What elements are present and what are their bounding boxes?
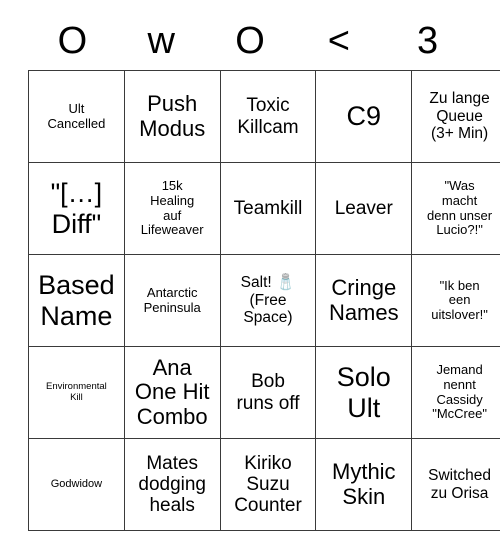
bingo-cell[interactable]: Cringe Names xyxy=(315,254,413,347)
bingo-cell[interactable]: Antarctic Peninsula xyxy=(123,254,221,347)
bingo-row: Based Name Antarctic Peninsula Salt! 🧂 (… xyxy=(28,254,500,347)
bingo-cell[interactable]: "[…] Diff" xyxy=(28,162,125,255)
bingo-cell-label: Ult Cancelled xyxy=(47,100,106,131)
bingo-cell-label: C9 xyxy=(346,101,382,132)
header-letter-1: O xyxy=(57,20,88,62)
bingo-cell-label: Bob runs off xyxy=(236,371,300,414)
bingo-cell-label: Toxic Killcam xyxy=(237,95,299,138)
bingo-cell[interactable]: Environmental Kill xyxy=(28,346,125,439)
bingo-cell[interactable]: Solo Ult xyxy=(315,346,413,439)
header-letter-2: w xyxy=(147,20,175,62)
header-letter-4: < xyxy=(327,20,350,62)
bingo-cell-label: Antarctic Peninsula xyxy=(143,284,201,315)
bingo-cell[interactable]: Teamkill xyxy=(219,162,317,255)
bingo-cell-label: Zu lange Queue (3+ Min) xyxy=(429,90,490,143)
bingo-cell-label: "[…] Diff" xyxy=(50,178,103,239)
bingo-cell[interactable]: 15k Healing auf Lifeweaver xyxy=(123,162,221,255)
bingo-cell[interactable]: "Ik ben een uitslover!" xyxy=(411,254,500,347)
bingo-cell-label: Ana One Hit Combo xyxy=(134,354,210,429)
bingo-cell-label: Teamkill xyxy=(233,197,303,219)
bingo-cell[interactable]: Zu lange Queue (3+ Min) xyxy=(411,70,500,163)
bingo-cell-label: "Was macht denn unser Lucio?!" xyxy=(427,178,493,238)
bingo-cell-label: Switched zu Orisa xyxy=(428,467,492,502)
bingo-cell-label: Solo Ult xyxy=(336,362,391,423)
bingo-cell-free-space[interactable]: Salt! 🧂 (Free Space) xyxy=(219,254,317,347)
bingo-row: Environmental Kill Ana One Hit Combo Bob… xyxy=(28,346,500,439)
bingo-cell[interactable]: Ult Cancelled xyxy=(28,70,125,163)
bingo-cell[interactable]: Mates dodging heals xyxy=(123,438,221,531)
bingo-cell[interactable]: Push Modus xyxy=(123,70,221,163)
bingo-cell[interactable]: Jemand nennt Cassidy "McCree" xyxy=(411,346,500,439)
bingo-cell-label: 15k Healing auf Lifeweaver xyxy=(140,178,204,238)
bingo-cell[interactable]: Mythic Skin xyxy=(315,438,413,531)
bingo-row: Godwidow Mates dodging heals Kiriko Suzu… xyxy=(28,438,500,531)
bingo-cell[interactable]: Toxic Killcam xyxy=(219,70,317,163)
bingo-cell-label: Godwidow xyxy=(50,478,103,491)
bingo-cell[interactable]: Bob runs off xyxy=(219,346,317,439)
bingo-cell-label: "Ik ben een uitslover!" xyxy=(431,277,488,322)
bingo-cell-label: Mates dodging heals xyxy=(138,452,206,517)
bingo-cell-label: Based Name xyxy=(38,270,115,331)
bingo-cell-label: Push Modus xyxy=(139,90,206,141)
bingo-cell[interactable]: Godwidow xyxy=(28,438,125,531)
bingo-row: "[…] Diff" 15k Healing auf Lifeweaver Te… xyxy=(28,162,500,255)
bingo-cell[interactable]: Kiriko Suzu Counter xyxy=(219,438,317,531)
bingo-cell[interactable]: Leaver xyxy=(315,162,413,255)
bingo-cell[interactable]: Ana One Hit Combo xyxy=(123,346,221,439)
bingo-card: O w O < 3 Ult Cancelled Push Modus Toxic… xyxy=(28,12,500,531)
bingo-row: Ult Cancelled Push Modus Toxic Killcam C… xyxy=(28,70,500,163)
bingo-cell[interactable]: "Was macht denn unser Lucio?!" xyxy=(411,162,500,255)
bingo-cell[interactable]: C9 xyxy=(315,70,413,163)
bingo-cell-label: Jemand nennt Cassidy "McCree" xyxy=(432,362,487,422)
bingo-cell-label: Kiriko Suzu Counter xyxy=(234,452,302,517)
bingo-cell-label: Environmental Kill xyxy=(46,380,107,403)
bingo-cell-label: Mythic Skin xyxy=(332,458,396,509)
bingo-cell[interactable]: Switched zu Orisa xyxy=(411,438,500,531)
bingo-cell[interactable]: Based Name xyxy=(28,254,125,347)
bingo-cell-label: Salt! 🧂 (Free Space) xyxy=(240,274,296,327)
header-letter-3: O xyxy=(235,20,265,62)
bingo-grid: Ult Cancelled Push Modus Toxic Killcam C… xyxy=(28,70,500,531)
header-letter-5: 3 xyxy=(417,20,439,62)
bingo-cell-label: Cringe Names xyxy=(328,274,399,325)
bingo-cell-label: Leaver xyxy=(334,197,393,219)
bingo-header-row: O w O < 3 xyxy=(28,12,472,70)
